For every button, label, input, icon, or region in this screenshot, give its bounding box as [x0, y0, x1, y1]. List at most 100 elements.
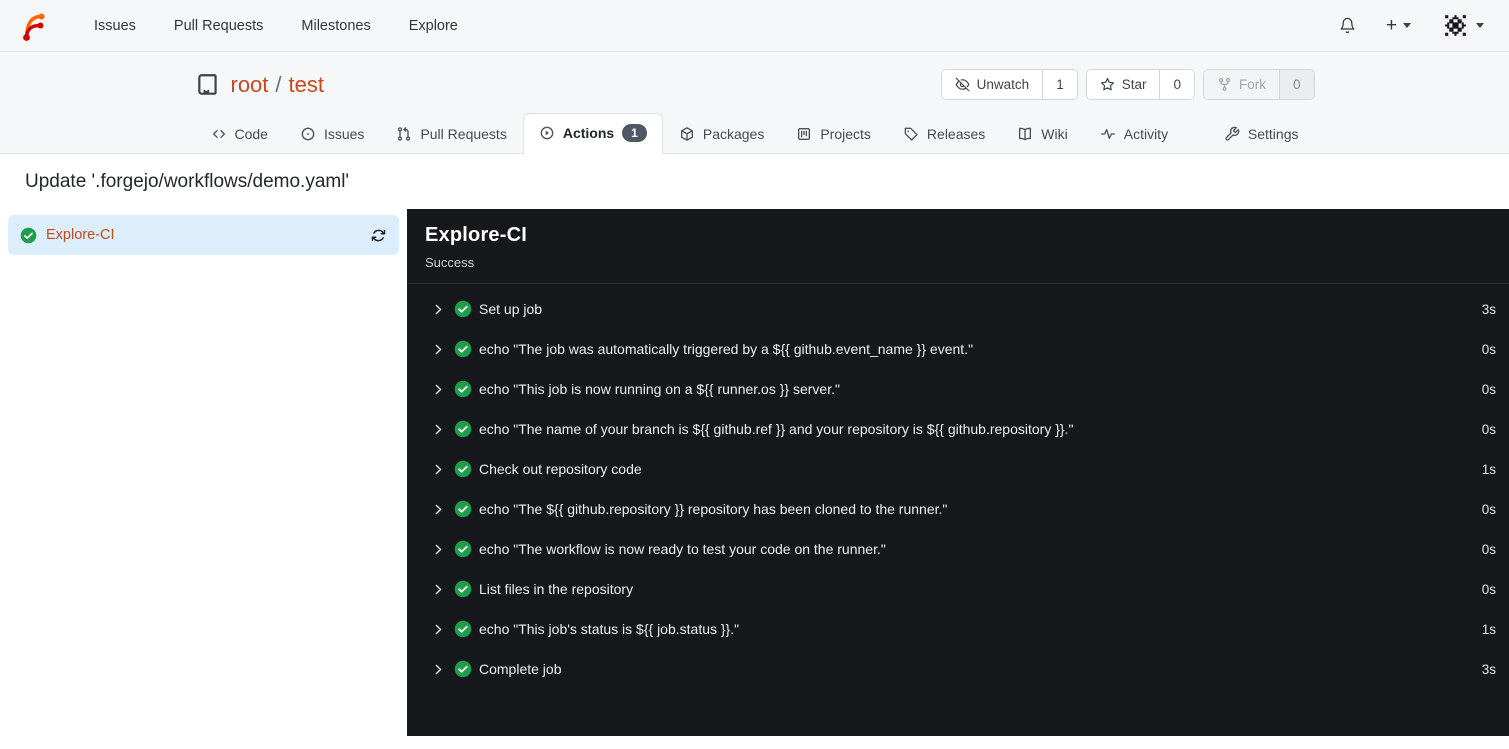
chevron-right-icon[interactable]	[432, 303, 445, 316]
step-row[interactable]: echo "The ${{ github.repository }} repos…	[407, 489, 1509, 529]
chevron-right-icon[interactable]	[432, 583, 445, 596]
step-duration: 1s	[1481, 461, 1496, 477]
tab-label: Activity	[1123, 126, 1169, 143]
actions-count-badge: 1	[622, 124, 647, 143]
step-name: Check out repository code	[479, 461, 642, 478]
chevron-right-icon[interactable]	[432, 383, 445, 396]
success-check-icon	[454, 380, 472, 398]
step-row[interactable]: Complete job 3s	[407, 649, 1509, 689]
nav-item-explore[interactable]: Explore	[390, 10, 477, 42]
package-icon	[680, 127, 693, 142]
chevron-right-icon[interactable]	[432, 663, 445, 676]
eye-slash-icon	[955, 77, 969, 92]
tab-label: Settings	[1247, 126, 1299, 143]
fork-label: Fork	[1238, 77, 1266, 92]
issue-circle-icon	[301, 128, 315, 141]
star-icon	[1100, 77, 1114, 91]
user-menu[interactable]	[1433, 5, 1492, 46]
tab-pull-requests[interactable]: Pull Requests	[380, 115, 522, 153]
unwatch-button[interactable]: Unwatch	[941, 70, 1043, 99]
forks-count[interactable]: 0	[1278, 70, 1314, 99]
unwatch-label: Unwatch	[976, 77, 1030, 92]
step-row[interactable]: echo "The job was automatically triggere…	[407, 329, 1509, 369]
run-panel-header: Explore-CI Success	[407, 209, 1509, 285]
success-check-icon	[454, 620, 472, 638]
fork-button[interactable]: Fork	[1203, 70, 1279, 99]
chevron-right-icon[interactable]	[432, 543, 445, 556]
step-name: echo "This job's status is ${{ job.statu…	[479, 621, 740, 638]
refresh-icon[interactable]	[370, 227, 387, 244]
success-check-icon	[454, 500, 472, 518]
step-name: echo "This job is now running on a ${{ r…	[479, 381, 840, 398]
repo-breadcrumb: root / test	[231, 72, 325, 98]
step-duration: 1s	[1481, 621, 1496, 637]
breadcrumb-separator: /	[275, 71, 282, 97]
project-board-icon	[798, 128, 811, 141]
play-circle-icon	[540, 126, 554, 140]
step-duration: 3s	[1481, 661, 1496, 677]
step-row[interactable]: echo "The name of your branch is ${{ git…	[407, 409, 1509, 449]
tab-activity[interactable]: Activity	[1084, 115, 1184, 153]
tab-issues[interactable]: Issues	[284, 115, 380, 153]
tab-label: Code	[234, 126, 268, 143]
tab-projects[interactable]: Projects	[780, 115, 887, 153]
avatar	[1441, 11, 1470, 40]
step-duration: 0s	[1481, 541, 1496, 557]
star-button-group: Star 0	[1085, 69, 1195, 100]
step-row[interactable]: Set up job 3s	[407, 289, 1509, 329]
repo-action-buttons: Unwatch 1 Star 0 Fork 0	[940, 69, 1315, 100]
success-check-icon	[454, 420, 472, 438]
success-check-icon	[454, 660, 472, 678]
success-check-icon	[454, 340, 472, 358]
page-title-strip: Update '.forgejo/workflows/demo.yaml'	[0, 154, 1509, 210]
step-duration: 0s	[1481, 341, 1496, 357]
repo-book-icon	[195, 72, 221, 98]
tab-actions[interactable]: Actions 1	[522, 113, 663, 155]
tab-label: Releases	[926, 126, 986, 143]
tab-wiki[interactable]: Wiki	[1001, 115, 1083, 153]
tab-label: Issues	[323, 126, 365, 143]
step-row[interactable]: echo "The workflow is now ready to test …	[407, 529, 1509, 569]
nav-item-pull-requests[interactable]: Pull Requests	[155, 10, 282, 42]
stars-count[interactable]: 0	[1159, 70, 1194, 99]
success-check-icon	[454, 540, 472, 558]
step-row[interactable]: Check out repository code 1s	[407, 449, 1509, 489]
job-item-explore-ci[interactable]: Explore-CI	[8, 215, 399, 256]
step-row[interactable]: echo "This job is now running on a ${{ r…	[407, 369, 1509, 409]
watchers-count[interactable]: 1	[1042, 70, 1077, 99]
book-open-icon	[1019, 128, 1032, 141]
step-row[interactable]: List files in the repository 0s	[407, 569, 1509, 609]
repo-tabs: Code Issues Pull Requests Actions 1 Pack…	[195, 112, 1315, 155]
step-duration: 3s	[1481, 301, 1496, 317]
step-name: List files in the repository	[479, 581, 634, 598]
step-name: echo "The ${{ github.repository }} repos…	[479, 501, 948, 518]
chevron-down-icon	[1403, 23, 1411, 28]
tab-releases[interactable]: Releases	[887, 115, 1001, 153]
chevron-down-icon	[1476, 23, 1484, 28]
code-icon	[212, 130, 225, 139]
tab-label: Packages	[702, 126, 765, 143]
success-check-icon	[454, 460, 472, 478]
nav-item-milestones[interactable]: Milestones	[282, 10, 389, 42]
step-name: Complete job	[479, 661, 562, 678]
forgejo-logo-icon[interactable]	[17, 10, 49, 42]
nav-item-issues[interactable]: Issues	[75, 10, 155, 42]
step-duration: 0s	[1481, 381, 1496, 397]
chevron-right-icon[interactable]	[432, 463, 445, 476]
repo-name-link[interactable]: test	[289, 72, 324, 98]
chevron-right-icon[interactable]	[432, 343, 445, 356]
chevron-right-icon[interactable]	[432, 423, 445, 436]
repo-owner-link[interactable]: root	[231, 72, 269, 98]
step-name: echo "The name of your branch is ${{ git…	[479, 421, 1074, 438]
success-check-icon	[20, 227, 37, 244]
chevron-right-icon[interactable]	[432, 623, 445, 636]
star-button[interactable]: Star	[1086, 70, 1160, 99]
create-new-button[interactable]: +	[1378, 10, 1419, 41]
chevron-right-icon[interactable]	[432, 503, 445, 516]
tab-settings[interactable]: Settings	[1208, 115, 1315, 153]
tab-code[interactable]: Code	[195, 115, 284, 153]
tab-packages[interactable]: Packages	[663, 115, 780, 153]
tab-label: Pull Requests	[420, 126, 507, 143]
step-row[interactable]: echo "This job's status is ${{ job.statu…	[407, 609, 1509, 649]
notifications-bell-icon[interactable]	[1331, 11, 1364, 40]
